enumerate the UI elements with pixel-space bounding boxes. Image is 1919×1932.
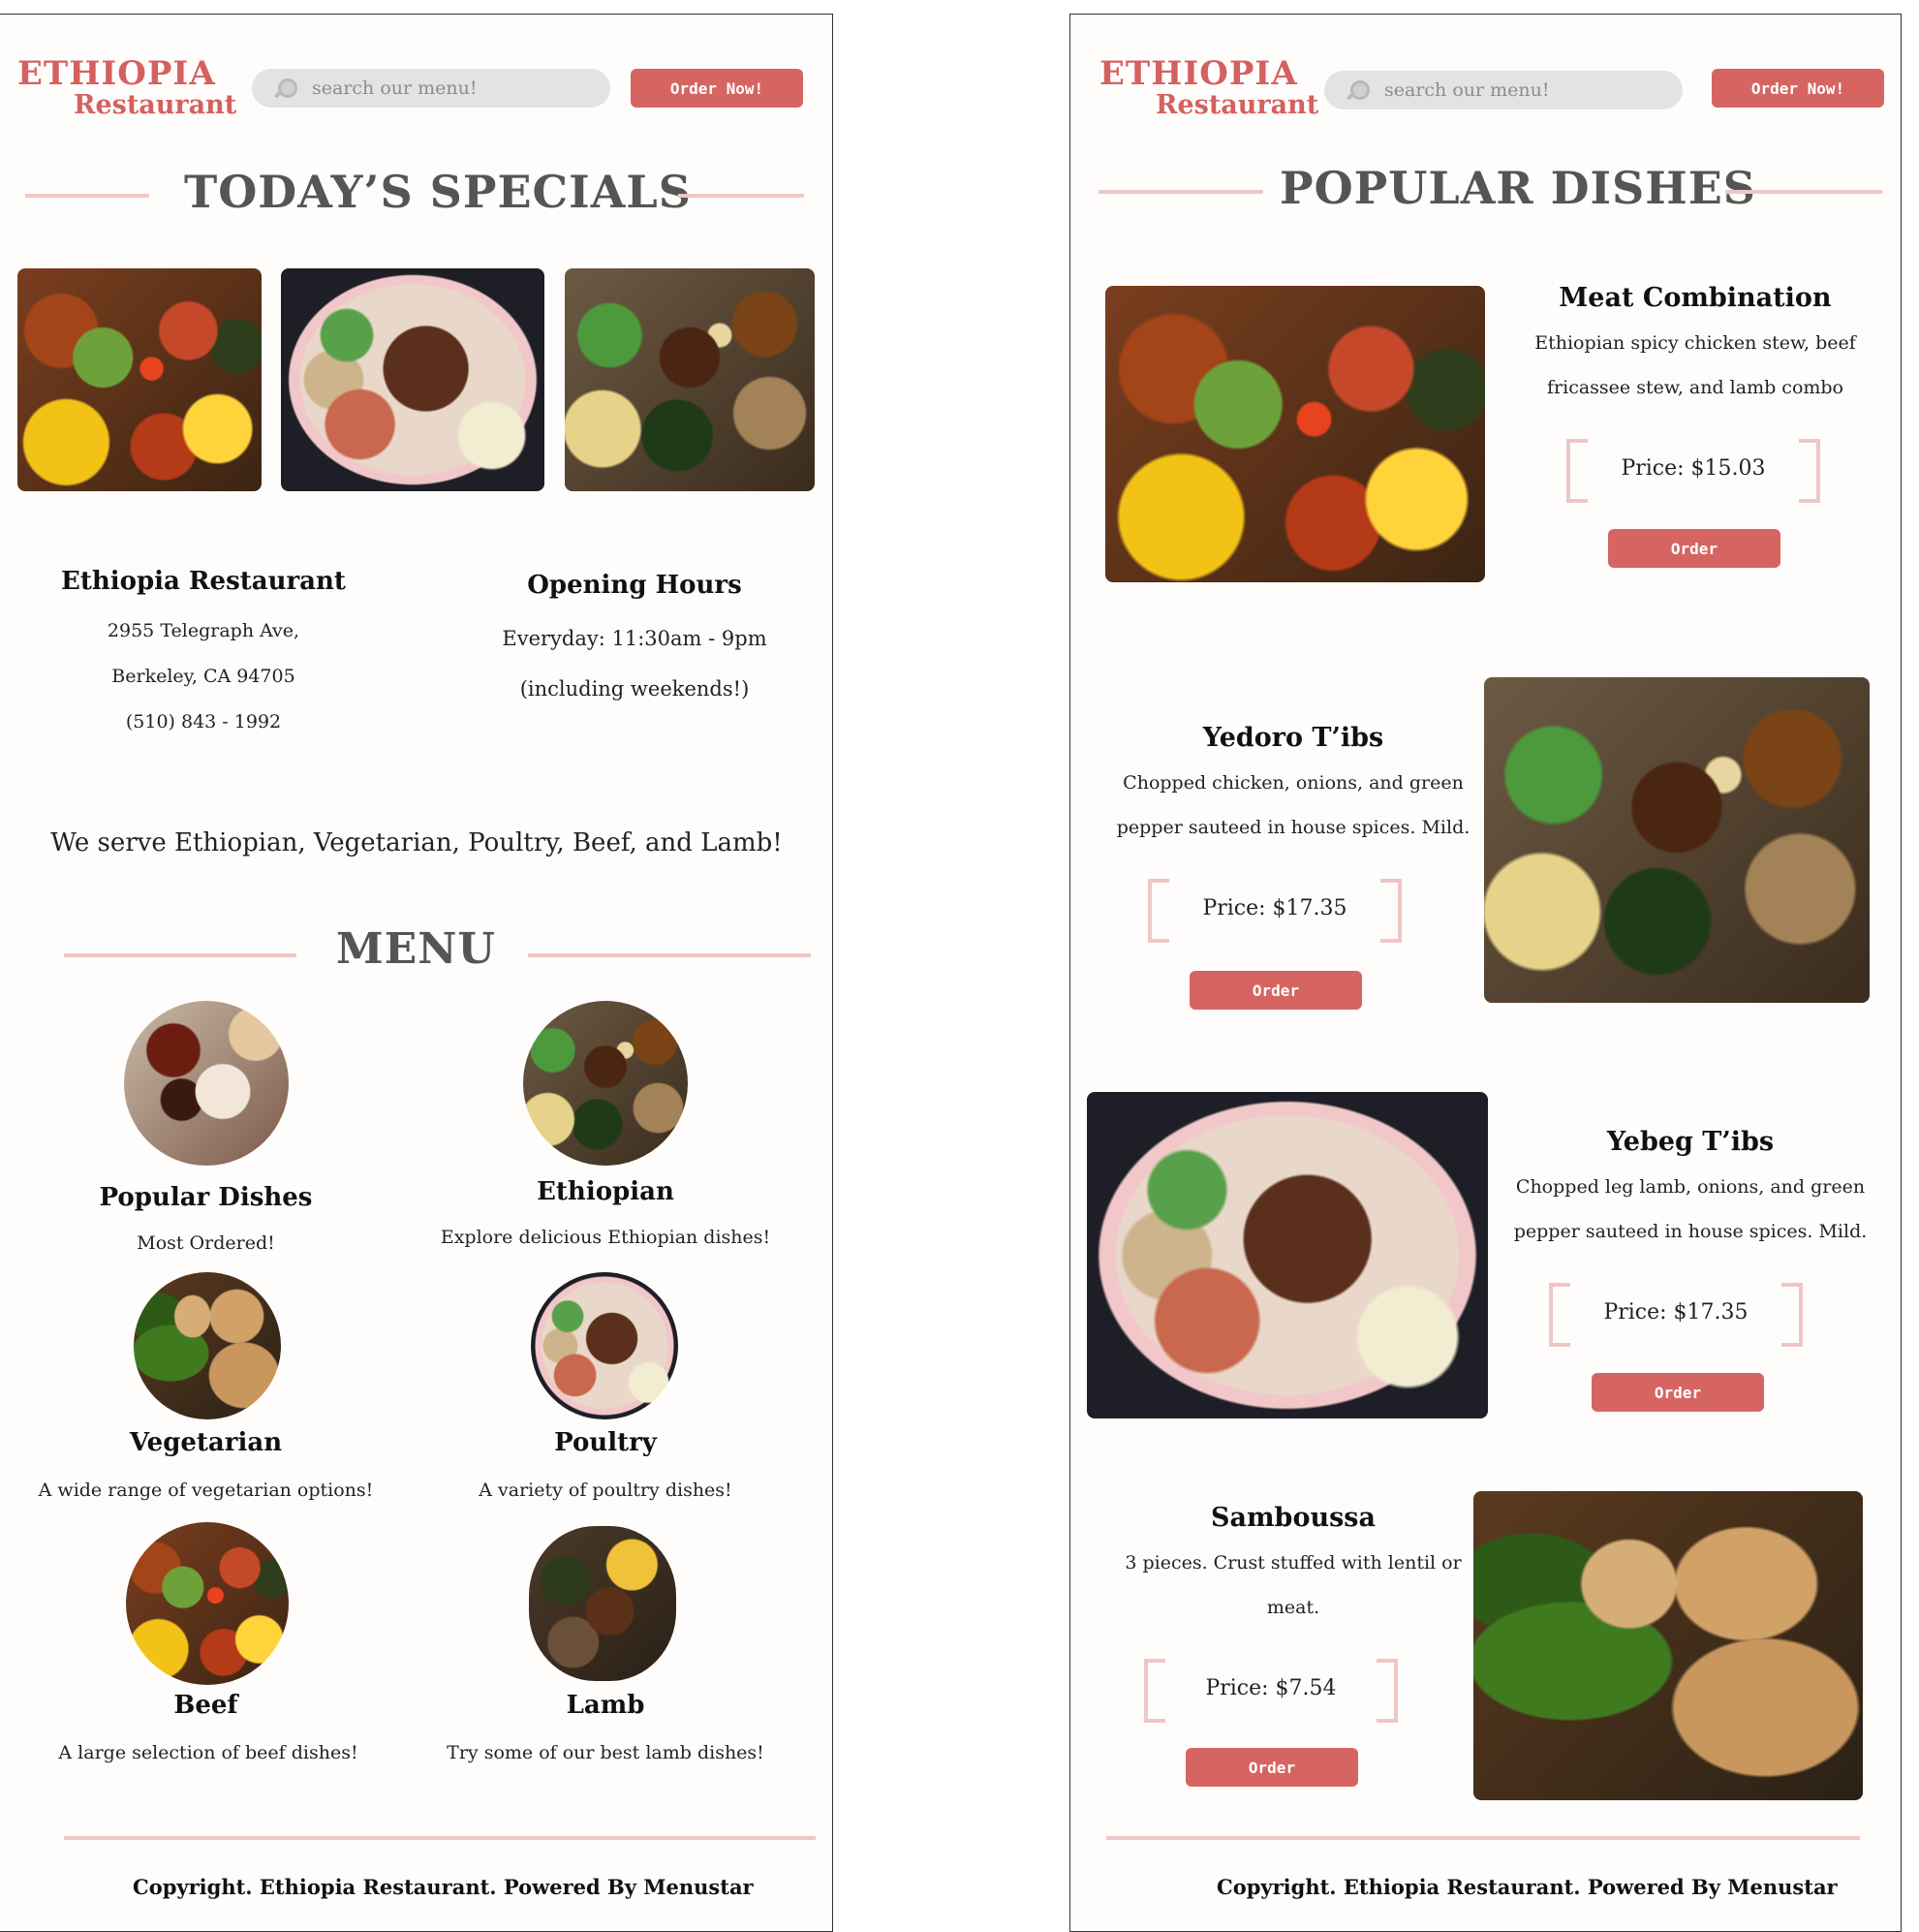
- dish-samboussa-price-box: Price: $7.54: [1144, 1659, 1398, 1723]
- dish-samboussa-name: Samboussa: [1211, 1503, 1376, 1533]
- dish-yebeg-tibs-photo[interactable]: [1087, 1092, 1488, 1418]
- dish-meat-combination-name: Meat Combination: [1559, 283, 1832, 313]
- menu-popular-title[interactable]: Popular Dishes: [39, 1183, 373, 1212]
- menu-beef-title[interactable]: Beef: [39, 1691, 373, 1720]
- info-restaurant-name: Ethiopia Restaurant: [61, 567, 346, 596]
- search-bar[interactable]: [1324, 71, 1683, 109]
- restaurant-logo[interactable]: ETHIOPIA Restaurant: [1099, 57, 1318, 118]
- dish-yedoro-tibs-photo[interactable]: [1484, 677, 1870, 1003]
- dish-meat-combination-order-button[interactable]: Order: [1608, 529, 1780, 568]
- title-rule-left: [25, 194, 149, 198]
- dish-yedoro-tibs-name: Yedoro T’ibs: [1202, 723, 1384, 753]
- dish-yedoro-tibs-desc2: pepper sauteed in house spices. Mild.: [1116, 817, 1470, 838]
- right-page-screen: ETHIOPIA Restaurant Order Now! POPULAR D…: [1069, 14, 1902, 1932]
- dish-yedoro-tibs-price-box: Price: $17.35: [1148, 879, 1402, 943]
- order-now-button[interactable]: Order Now!: [1712, 69, 1884, 108]
- menu-ethiopian-desc: Explore delicious Ethiopian dishes!: [440, 1227, 771, 1248]
- serve-statement: We serve Ethiopian, Vegetarian, Poultry,…: [50, 828, 783, 857]
- menu-vegetarian-desc: A wide range of vegetarian options!: [38, 1480, 374, 1501]
- dish-yedoro-tibs-order-button[interactable]: Order: [1190, 971, 1362, 1010]
- menu-popular-desc: Most Ordered!: [137, 1232, 275, 1254]
- dish-meat-combination-desc2: fricassee stew, and lamb combo: [1547, 377, 1843, 398]
- dish-yebeg-tibs-order-button[interactable]: Order: [1592, 1373, 1764, 1412]
- popular-dishes-title: POPULAR DISHES: [1280, 162, 1757, 214]
- specials-title: TODAY’S SPECIALS: [184, 166, 692, 218]
- logo-line2: Restaurant: [74, 90, 237, 120]
- search-input[interactable]: [1384, 79, 1656, 101]
- title-rule-right: [1725, 190, 1882, 194]
- dish-meat-combination-photo[interactable]: [1105, 286, 1485, 582]
- search-icon: [271, 76, 297, 101]
- search-input[interactable]: [312, 78, 583, 99]
- bracket-right: [1799, 439, 1820, 503]
- dish-samboussa-desc1: 3 pieces. Crust stuffed with lentil or: [1125, 1552, 1462, 1574]
- menu-ethiopian-image[interactable]: [523, 1001, 688, 1166]
- logo-line1: ETHIOPIA: [1099, 54, 1298, 93]
- logo-line2: Restaurant: [1156, 90, 1319, 120]
- special-photo-3[interactable]: [565, 268, 815, 491]
- dish-samboussa-price: Price: $7.54: [1205, 1676, 1337, 1700]
- dish-samboussa-desc2: meat.: [1266, 1597, 1320, 1618]
- menu-beef-image[interactable]: [126, 1522, 289, 1685]
- menu-rule-left: [64, 953, 296, 957]
- logo-line1: ETHIOPIA: [17, 54, 216, 93]
- dish-yebeg-tibs-desc2: pepper sauteed in house spices. Mild.: [1513, 1221, 1868, 1242]
- bracket-right: [1377, 1659, 1398, 1723]
- left-page-screen: ETHIOPIA Restaurant Order Now! TODAY’S S…: [0, 14, 833, 1932]
- opening-hours-line2: (including weekends!): [519, 677, 750, 701]
- title-rule-right: [678, 194, 804, 198]
- dish-samboussa-order-button[interactable]: Order: [1186, 1748, 1358, 1787]
- info-phone[interactable]: (510) 843 - 1992: [39, 711, 368, 732]
- bracket-right: [1781, 1283, 1803, 1347]
- menu-poultry-title[interactable]: Poultry: [426, 1428, 785, 1457]
- special-photo-1[interactable]: [17, 268, 262, 491]
- search-icon: [1344, 78, 1370, 103]
- menu-lamb-image[interactable]: [529, 1526, 676, 1681]
- opening-hours-line1: Everyday: 11:30am - 9pm: [502, 627, 767, 650]
- dish-meat-combination-desc1: Ethiopian spicy chicken stew, beef: [1534, 332, 1856, 354]
- menu-lamb-title[interactable]: Lamb: [426, 1691, 785, 1720]
- menu-lamb-desc: Try some of our best lamb dishes!: [447, 1742, 764, 1763]
- menu-poultry-desc: A variety of poultry dishes!: [479, 1480, 732, 1501]
- dish-yedoro-tibs-price: Price: $17.35: [1202, 896, 1347, 920]
- dish-yebeg-tibs-price: Price: $17.35: [1603, 1300, 1749, 1324]
- footer-copyright: Copyright. Ethiopia Restaurant. Powered …: [133, 1875, 754, 1899]
- special-photo-2[interactable]: [281, 268, 544, 491]
- dish-samboussa-photo[interactable]: [1473, 1491, 1863, 1800]
- dish-meat-combination-price-box: Price: $15.03: [1566, 439, 1820, 503]
- menu-popular-image[interactable]: [124, 1001, 289, 1166]
- dish-yedoro-tibs-desc1: Chopped chicken, onions, and green: [1123, 772, 1464, 794]
- search-bar[interactable]: [252, 69, 610, 108]
- menu-rule-right: [528, 953, 811, 957]
- footer-copyright: Copyright. Ethiopia Restaurant. Powered …: [1217, 1875, 1838, 1899]
- dish-yebeg-tibs-name: Yebeg T’ibs: [1606, 1127, 1775, 1157]
- menu-vegetarian-title[interactable]: Vegetarian: [39, 1428, 373, 1457]
- menu-vegetarian-image[interactable]: [134, 1272, 281, 1419]
- opening-hours-title: Opening Hours: [527, 571, 742, 600]
- info-address-line2: Berkeley, CA 94705: [111, 666, 295, 687]
- footer-rule: [1106, 1836, 1860, 1840]
- menu-poultry-image[interactable]: [531, 1272, 678, 1419]
- restaurant-logo[interactable]: ETHIOPIA Restaurant: [17, 57, 236, 118]
- title-rule-left: [1099, 190, 1263, 194]
- menu-beef-desc: A large selection of beef dishes!: [58, 1742, 358, 1763]
- info-address-line1: 2955 Telegraph Ave,: [107, 620, 300, 641]
- bracket-right: [1380, 879, 1402, 943]
- footer-rule: [64, 1836, 816, 1840]
- dish-yebeg-tibs-desc1: Chopped leg lamb, onions, and green: [1515, 1176, 1866, 1198]
- menu-ethiopian-title[interactable]: Ethiopian: [426, 1177, 785, 1206]
- dish-meat-combination-price: Price: $15.03: [1621, 456, 1766, 481]
- dish-yebeg-tibs-price-box: Price: $17.35: [1549, 1283, 1803, 1347]
- order-now-button[interactable]: Order Now!: [631, 69, 803, 108]
- menu-title: MENU: [336, 924, 496, 974]
